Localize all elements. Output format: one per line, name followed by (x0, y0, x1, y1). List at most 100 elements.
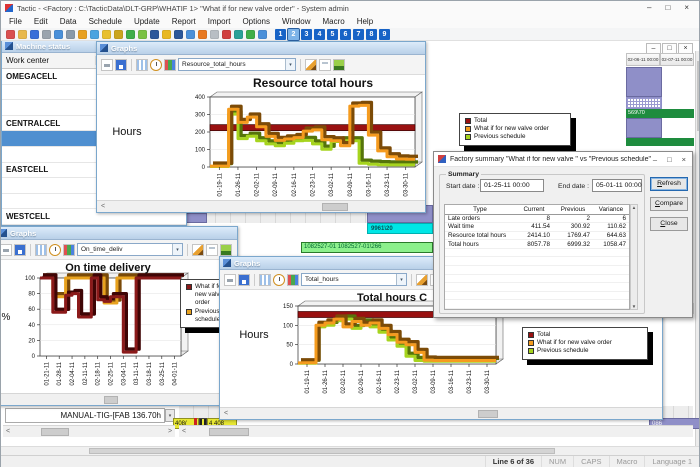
gantt-bar-order[interactable]: 1082527-01 1082527-01\266 (301, 242, 433, 253)
graphs2-titlebar[interactable]: Graphs (1, 227, 237, 240)
menu-item-report[interactable]: Report (166, 15, 202, 28)
page-button-7[interactable]: 7 (353, 29, 364, 40)
new-icon[interactable] (6, 30, 15, 39)
gantt-bar[interactable] (626, 67, 662, 97)
end-date-field[interactable]: 05-01-11 00:00 (592, 179, 642, 192)
summary-table-row[interactable]: Wait time411.54300.92110.62 (445, 223, 629, 232)
clock-icon[interactable] (78, 30, 87, 39)
menu-item-file[interactable]: File (3, 15, 28, 28)
grid-icon[interactable] (287, 274, 299, 286)
menu-item-schedule[interactable]: Schedule (83, 15, 128, 28)
edit-icon[interactable] (305, 59, 317, 71)
tasks-icon[interactable] (150, 30, 159, 39)
clock-icon[interactable] (150, 59, 162, 71)
grid-icon[interactable] (164, 59, 176, 71)
page-button-4[interactable]: 4 (314, 29, 325, 40)
print-icon[interactable] (1, 244, 12, 256)
graphs1-titlebar[interactable]: Graphs (97, 42, 425, 55)
gantt-icon[interactable] (234, 30, 243, 39)
graph-selector-combo[interactable]: On_time_deliv▾ (77, 243, 183, 256)
menu-item-options[interactable]: Options (236, 15, 276, 28)
graph-selector-combo[interactable]: Resource_total_hours▾ (178, 58, 296, 71)
page-button-2[interactable]: 2 (288, 29, 299, 40)
export-icon[interactable] (54, 30, 63, 39)
table-icon[interactable] (90, 30, 99, 39)
search-icon[interactable] (66, 30, 75, 39)
save-icon[interactable] (30, 30, 39, 39)
main-hscrollbar[interactable] (1, 446, 699, 455)
gantt-vertical-scrollbar[interactable] (695, 51, 699, 446)
graphs3-hscrollbar[interactable]: < (220, 407, 662, 419)
print-icon[interactable] (42, 30, 51, 39)
chevron-down-icon[interactable]: ▾ (396, 274, 406, 285)
gantt-bar[interactable] (626, 118, 662, 138)
filter-icon[interactable] (114, 30, 123, 39)
machine-cell-label[interactable]: MANUAL-TIG-[FAB 136.70h (5, 408, 165, 423)
maximize-icon[interactable]: □ (665, 1, 670, 15)
page-button-1[interactable]: 1 (275, 29, 286, 40)
bottom-left-hscrollbar[interactable]: < > (3, 425, 175, 437)
page-button-8[interactable]: 8 (366, 29, 377, 40)
graphs2-hscrollbar[interactable] (1, 393, 237, 405)
board-icon[interactable] (174, 30, 183, 39)
gantt-bar-green[interactable] (626, 138, 694, 146)
people-icon[interactable] (258, 30, 267, 39)
menu-item-import[interactable]: Import (202, 15, 237, 28)
menu-item-help[interactable]: Help (351, 15, 379, 28)
menu-item-window[interactable]: Window (276, 15, 316, 28)
menu-item-update[interactable]: Update (128, 15, 166, 28)
refresh-button[interactable]: Refresh (650, 177, 688, 191)
levels-icon[interactable] (138, 30, 147, 39)
cols-icon[interactable] (259, 274, 271, 286)
grid-icon[interactable] (63, 244, 75, 256)
close-button[interactable]: Close (650, 217, 688, 231)
open-icon[interactable] (18, 30, 27, 39)
summary-table-row[interactable]: Total hours8057.786999.321058.47 (445, 240, 629, 249)
cols-icon[interactable] (136, 59, 148, 71)
graph-selector-combo[interactable]: Total_hours▾ (301, 273, 407, 286)
percent-icon[interactable] (246, 30, 255, 39)
menu-item-edit[interactable]: Edit (28, 15, 54, 28)
start-date-field[interactable]: 01-25-11 00:00 (480, 179, 544, 192)
cols-icon[interactable] (35, 244, 47, 256)
save-icon[interactable] (115, 59, 127, 71)
print-icon[interactable] (101, 59, 113, 71)
form-icon[interactable] (210, 30, 219, 39)
save-icon[interactable] (14, 244, 26, 256)
fs-minimize-icon[interactable]: – (653, 155, 657, 164)
fs-maximize-icon[interactable]: □ (667, 155, 672, 164)
print-icon[interactable] (224, 274, 236, 286)
gantt-bar-cyan[interactable]: 9961\20 (367, 223, 433, 234)
pic-icon[interactable] (333, 59, 345, 71)
users-icon[interactable] (186, 30, 195, 39)
page-icon[interactable] (206, 244, 218, 256)
gantt-bar-hatched[interactable] (626, 97, 662, 109)
gantt-bar-green[interactable]: 569\70 (626, 109, 694, 118)
lock-icon[interactable] (162, 30, 171, 39)
window-titlebar[interactable]: Tactic - <Factory : C:\TacticData\DLT-GR… (1, 1, 699, 15)
clock-icon[interactable] (273, 274, 285, 286)
compare-button[interactable]: Compare (650, 197, 688, 211)
summary-table-row[interactable]: Late orders826 (445, 215, 629, 224)
close-icon[interactable]: × (684, 1, 689, 15)
factory-summary-titlebar[interactable]: Factory summary "What if for new valve "… (434, 152, 692, 167)
edit-icon[interactable] (416, 274, 428, 286)
fs-close-icon[interactable]: × (682, 155, 686, 164)
pic-icon[interactable] (220, 244, 232, 256)
summary-table-row[interactable]: Resource total hours2414.101769.47644.63 (445, 232, 629, 241)
bottom-right-hscrollbar[interactable]: < (179, 425, 693, 437)
approve-icon[interactable] (102, 30, 111, 39)
graphs1-hscrollbar[interactable]: < (97, 200, 425, 212)
menu-item-macro[interactable]: Macro (316, 15, 350, 28)
save-icon[interactable] (238, 274, 250, 286)
edit-icon[interactable] (198, 30, 207, 39)
menu-item-data[interactable]: Data (54, 15, 83, 28)
page-button-6[interactable]: 6 (340, 29, 351, 40)
edit-icon[interactable] (192, 244, 204, 256)
page-button-5[interactable]: 5 (327, 29, 338, 40)
sort-icon[interactable] (126, 30, 135, 39)
minimize-icon[interactable]: – (647, 1, 651, 15)
summary-table-scrollbar[interactable]: ▲▼ (630, 204, 638, 310)
page-button-9[interactable]: 9 (379, 29, 390, 40)
undo-icon[interactable] (222, 30, 231, 39)
